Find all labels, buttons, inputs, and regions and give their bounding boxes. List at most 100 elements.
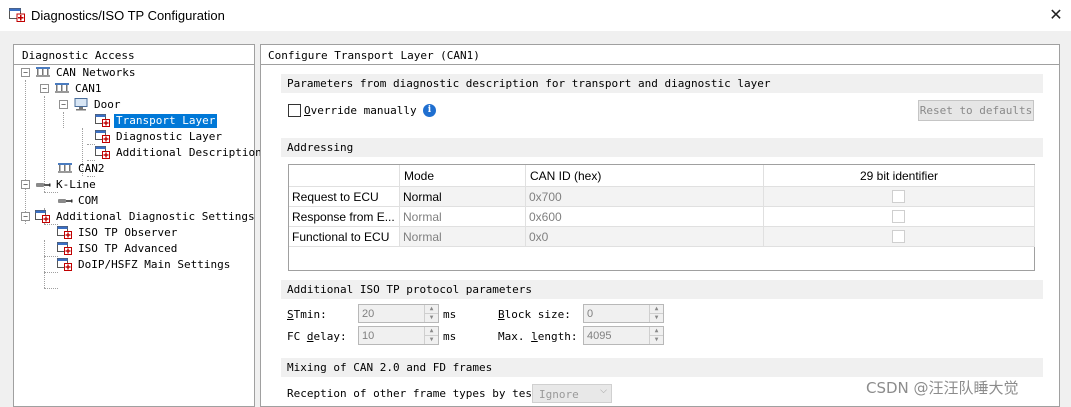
mode-cell[interactable]: Normal [400, 207, 526, 227]
bit29-checkbox[interactable] [892, 190, 905, 203]
stmin-unit: ms [443, 308, 457, 321]
block-size-spin-buttons[interactable]: ▲ ▼ [649, 305, 663, 322]
settings-page-icon [57, 258, 72, 271]
tree-item-additional-descriptions[interactable]: Additional Descriptions [95, 145, 270, 160]
tree-item-transport-layer[interactable]: Transport Layer [95, 113, 218, 128]
tree-item-iso-tp-observer[interactable]: ISO TP Observer [57, 225, 179, 240]
tree-line [87, 144, 95, 145]
collapse-toggle-icon[interactable]: − [21, 68, 30, 77]
configure-transport-layer-panel: Configure Transport Layer (CAN1) Paramet… [260, 44, 1060, 407]
collapse-toggle-icon[interactable]: − [21, 212, 30, 221]
stmin-value: 20 [362, 308, 375, 320]
tree-item-com[interactable]: COM [57, 193, 100, 208]
window-title: Diagnostics/ISO TP Configuration [31, 8, 225, 23]
tree-line [25, 80, 26, 224]
tree-item-diagnostic-layer[interactable]: Diagnostic Layer [95, 129, 224, 144]
column-header-can-id[interactable]: CAN ID (hex) [526, 165, 764, 187]
collapse-toggle-icon[interactable]: − [40, 84, 49, 93]
tree-item-label: Door [94, 97, 121, 111]
stmin-label: STmin: [287, 308, 327, 321]
spin-up-icon[interactable]: ▲ [650, 327, 663, 335]
network-icon [36, 67, 50, 77]
tree-line [63, 112, 64, 128]
table-row[interactable]: Request to ECU Normal 0x700 [289, 187, 1035, 207]
max-length-spin-buttons[interactable]: ▲ ▼ [649, 327, 663, 344]
app-settings-icon [9, 8, 25, 22]
bit29-cell [764, 207, 1035, 227]
info-icon[interactable]: i [423, 104, 436, 117]
collapse-toggle-icon[interactable]: − [59, 100, 68, 109]
settings-page-icon [57, 226, 72, 239]
reception-value: Ignore [539, 388, 579, 401]
tree-item-additional-diagnostic-settings[interactable]: Additional Diagnostic Settings [35, 209, 257, 224]
can-id-cell[interactable]: 0x700 [526, 187, 764, 207]
override-manually-checkbox[interactable] [288, 104, 301, 117]
tree-item-door[interactable]: Door [73, 97, 123, 112]
stmin-spin-buttons[interactable]: ▲ ▼ [424, 305, 438, 322]
max-length-stepper[interactable]: 4095 ▲ ▼ [583, 326, 664, 345]
column-header-29-bit-identifier[interactable]: 29 bit identifier [764, 165, 1035, 187]
tree-item-can2[interactable]: CAN2 [57, 161, 107, 176]
bit29-checkbox[interactable] [892, 210, 905, 223]
tree-item-k-line[interactable]: K-Line [35, 177, 98, 192]
tree-item-can1[interactable]: CAN1 [54, 81, 104, 96]
cable-icon [36, 183, 51, 187]
block-size-label: Block size: [498, 308, 571, 321]
fc-delay-unit: ms [443, 330, 457, 343]
table-row[interactable]: Functional to ECU Normal 0x0 [289, 227, 1035, 247]
column-header-mode[interactable]: Mode [400, 165, 526, 187]
settings-page-icon [95, 114, 110, 127]
tree-line [44, 256, 58, 257]
override-manually-label-text: verride manually [310, 104, 417, 117]
tree-line [44, 240, 45, 288]
tree-item-can-networks[interactable]: CAN Networks [35, 65, 137, 80]
bit29-checkbox[interactable] [892, 230, 905, 243]
tree-item-label: Transport Layer [114, 113, 218, 128]
network-icon [58, 163, 72, 173]
spin-up-icon[interactable]: ▲ [425, 327, 438, 335]
row-name-cell: Functional to ECU [289, 227, 400, 247]
tree-item-label: CAN1 [75, 81, 102, 95]
collapse-toggle-icon[interactable]: − [21, 180, 30, 189]
row-name-cell: Request to ECU [289, 187, 400, 207]
tree-item-doip-hsfz-main-settings[interactable]: DoIP/HSFZ Main Settings [57, 257, 232, 272]
reception-label: Reception of other frame types by tester… [287, 387, 559, 400]
column-header-name [289, 165, 400, 187]
settings-page-icon [57, 242, 72, 255]
stmin-stepper[interactable]: 20 ▲ ▼ [358, 304, 439, 323]
configure-transport-layer-header: Configure Transport Layer (CAN1) [261, 45, 1059, 65]
close-icon[interactable]: ✕ [1044, 4, 1068, 26]
tree-item-label: Additional Diagnostic Settings [56, 209, 255, 223]
diagnostic-access-panel: Diagnostic Access − CAN Networks − CAN1 … [13, 44, 268, 407]
bit29-cell [764, 187, 1035, 207]
spin-down-icon[interactable]: ▼ [650, 313, 663, 321]
spin-down-icon[interactable]: ▼ [425, 335, 438, 343]
spin-down-icon[interactable]: ▼ [425, 313, 438, 321]
max-length-label: Max. length: [498, 330, 578, 343]
settings-page-icon [35, 210, 50, 223]
reception-select[interactable]: Ignore ⌵ [532, 384, 612, 403]
table-row[interactable]: Response from E... Normal 0x600 [289, 207, 1035, 227]
addressing-table: Mode CAN ID (hex) 29 bit identifier Requ… [288, 164, 1035, 271]
settings-page-icon [95, 146, 110, 159]
tree-item-iso-tp-advanced[interactable]: ISO TP Advanced [57, 241, 179, 256]
can-id-cell[interactable]: 0x600 [526, 207, 764, 227]
mode-cell[interactable]: Normal [400, 187, 526, 207]
fc-delay-spin-buttons[interactable]: ▲ ▼ [424, 327, 438, 344]
tree-item-label: CAN2 [78, 161, 105, 175]
reset-to-defaults-button[interactable]: Reset to defaults [918, 100, 1034, 121]
chevron-down-icon[interactable]: ⌵ [600, 386, 607, 396]
tree-line [44, 288, 58, 289]
mode-cell[interactable]: Normal [400, 227, 526, 247]
block-size-stepper[interactable]: 0 ▲ ▼ [583, 304, 664, 323]
can-id-cell[interactable]: 0x0 [526, 227, 764, 247]
block-size-value: 0 [587, 308, 594, 320]
spin-up-icon[interactable]: ▲ [650, 305, 663, 313]
override-manually-label[interactable]: Override manually [304, 104, 417, 117]
tree-item-label: ISO TP Advanced [78, 241, 178, 255]
spin-down-icon[interactable]: ▼ [650, 335, 663, 343]
spin-up-icon[interactable]: ▲ [425, 305, 438, 313]
fc-delay-stepper[interactable]: 10 ▲ ▼ [358, 326, 439, 345]
diagnostic-access-header: Diagnostic Access [14, 45, 254, 65]
watermark: CSDN @汪汪队睡大觉 [866, 379, 1019, 397]
